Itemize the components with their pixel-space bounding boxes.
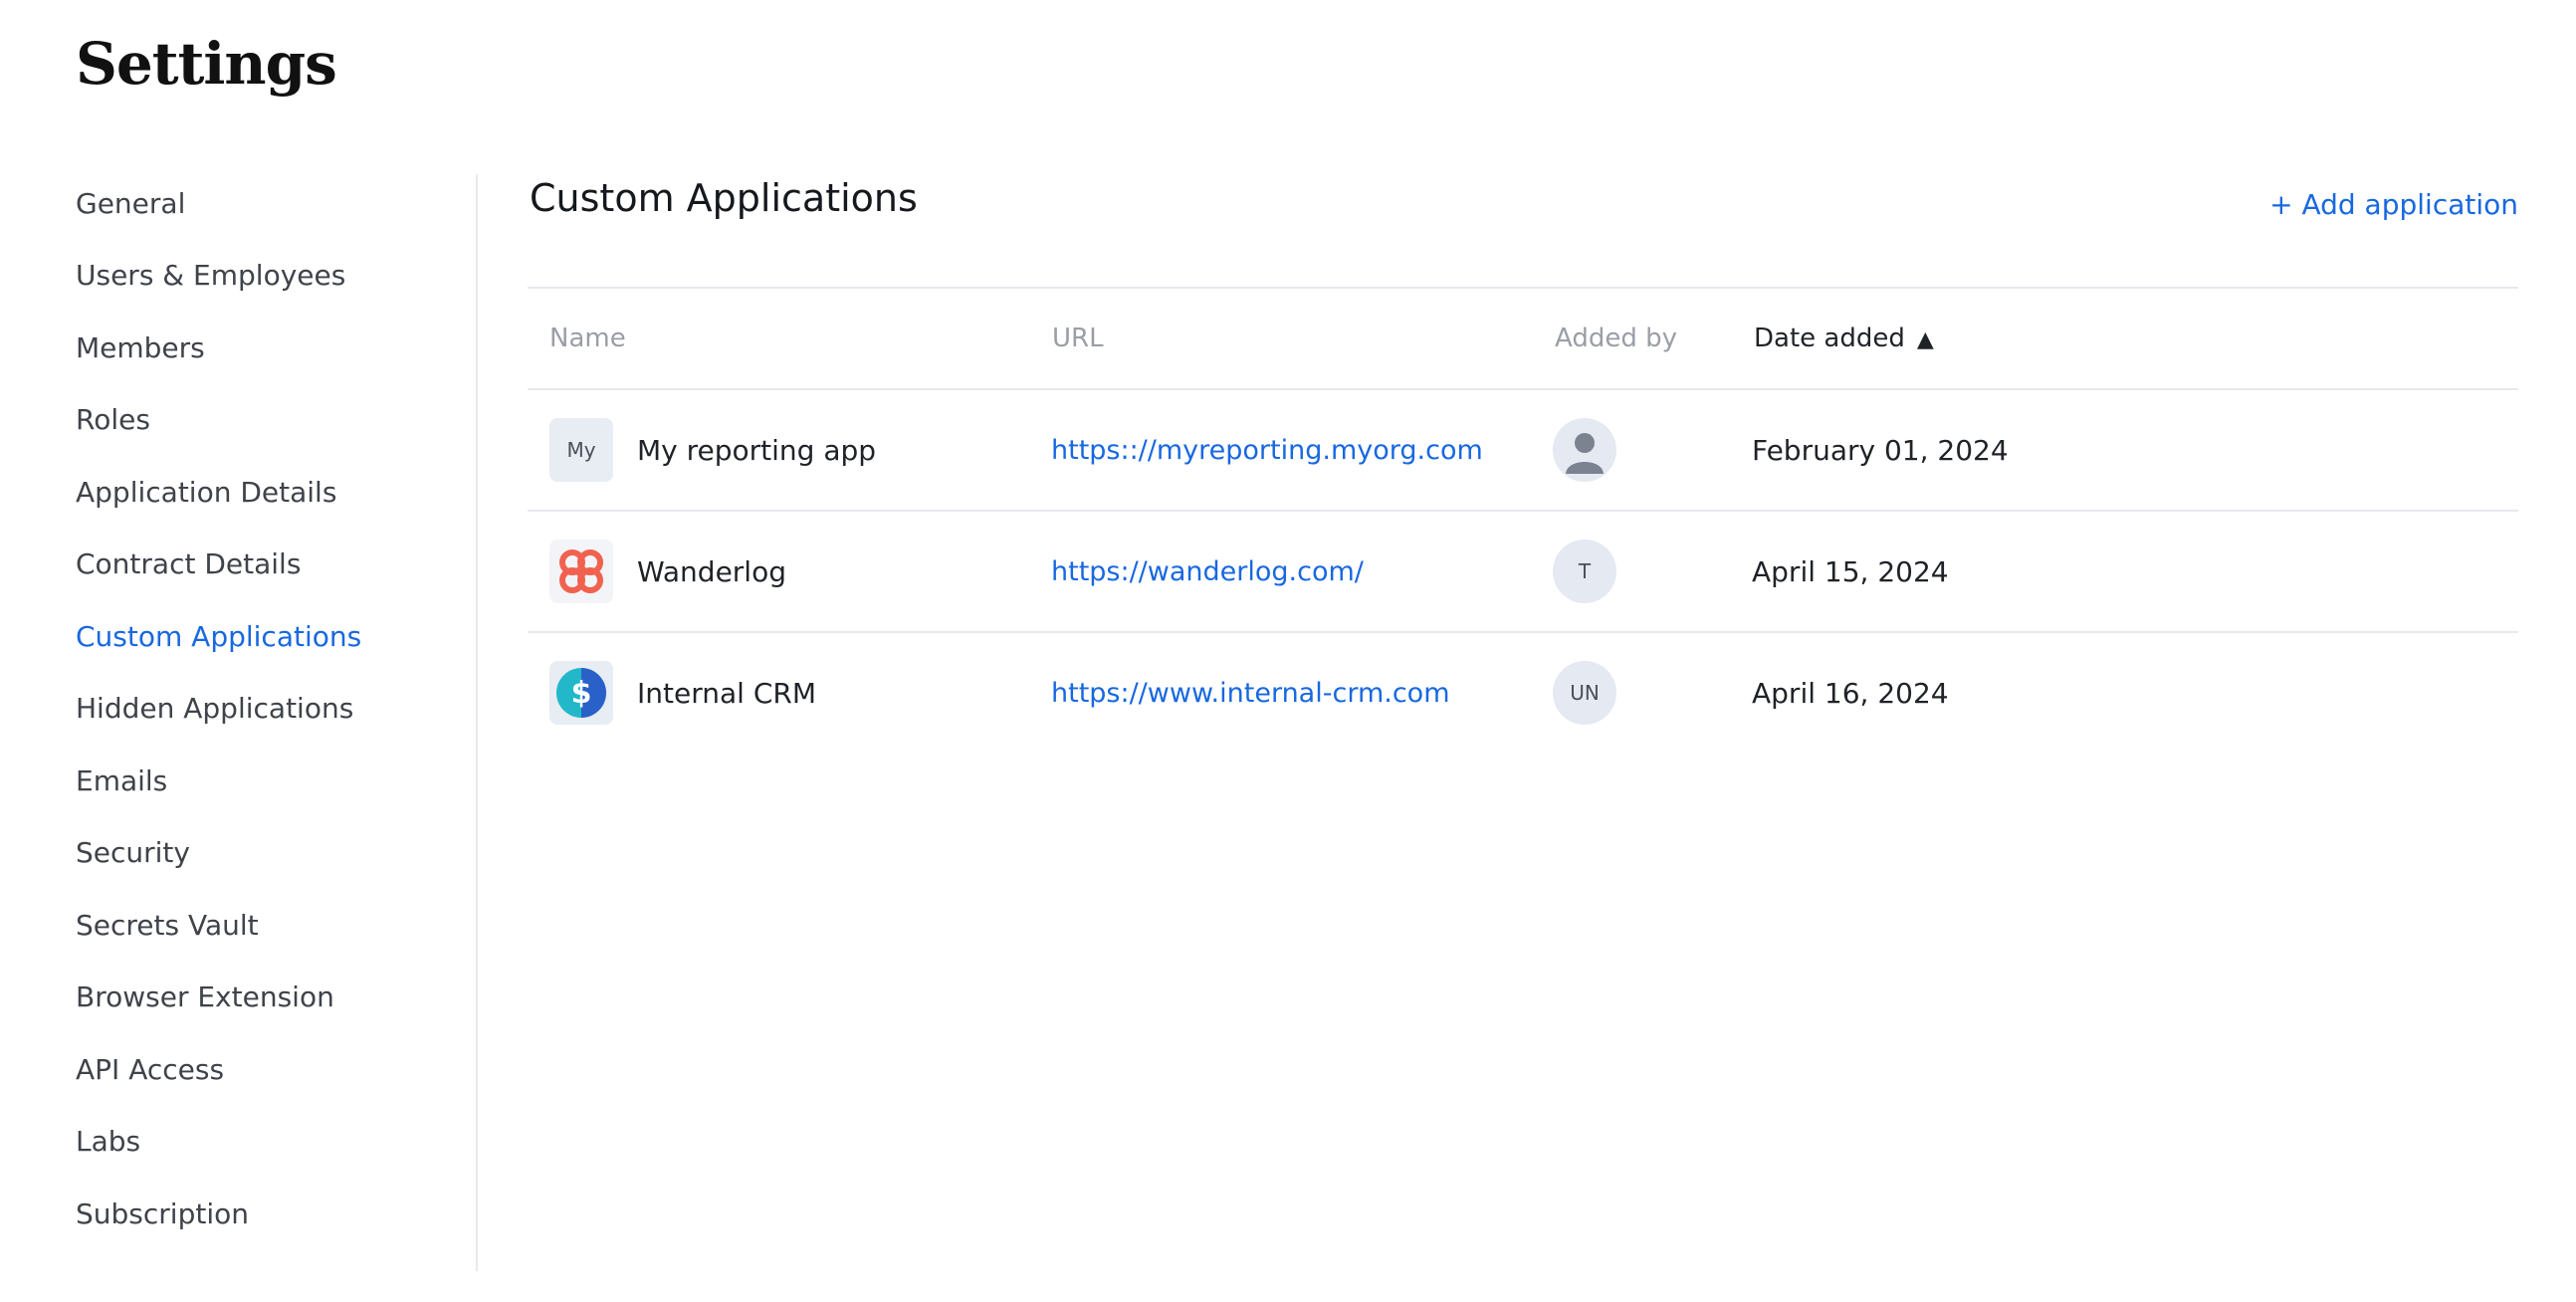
- name-cell: Wanderlog: [549, 512, 786, 631]
- table-row[interactable]: Wanderlog https://wanderlog.com/ T April…: [528, 512, 2518, 633]
- url-cell: https://www.internal-crm.com: [1051, 633, 1450, 753]
- applications-table: Name URL Added by Date added ▲ My My repo…: [528, 287, 2518, 755]
- added-by-cell: UN: [1553, 633, 1616, 753]
- date-cell: April 15, 2024: [1752, 512, 1949, 631]
- sidebar-item-hidden-applications[interactable]: Hidden Applications: [76, 679, 353, 739]
- sidebar-item-security[interactable]: Security: [76, 823, 190, 883]
- app-url-link[interactable]: https:://myreporting.myorg.com: [1051, 435, 1483, 466]
- sidebar-item-contract-details[interactable]: Contract Details: [76, 535, 301, 594]
- sidebar-item-browser-extension[interactable]: Browser Extension: [76, 968, 334, 1027]
- app-name: Wanderlog: [637, 554, 786, 588]
- column-header-added-by[interactable]: Added by: [1555, 289, 1677, 388]
- table-row[interactable]: $ Internal CRM https://www.internal-crm.…: [528, 633, 2518, 755]
- sidebar-item-application-details[interactable]: Application Details: [76, 463, 336, 523]
- sort-ascending-icon: ▲: [1916, 327, 1934, 352]
- sidebar-item-api-access[interactable]: API Access: [76, 1040, 224, 1100]
- sidebar-item-labs[interactable]: Labs: [76, 1112, 140, 1172]
- added-by-cell: [1553, 390, 1616, 510]
- app-name: Internal CRM: [637, 676, 816, 710]
- column-header-name[interactable]: Name: [549, 289, 626, 388]
- custom-applications-panel: Custom Applications + Add application Na…: [528, 174, 2518, 1170]
- dollar-logo-icon: $: [549, 661, 613, 725]
- person-icon: [1553, 418, 1616, 482]
- column-header-url[interactable]: URL: [1052, 289, 1104, 388]
- add-application-button[interactable]: + Add application: [2269, 188, 2518, 221]
- sidebar-item-roles[interactable]: Roles: [76, 390, 150, 450]
- my-initials-icon: My: [549, 418, 613, 482]
- name-cell: My My reporting app: [549, 390, 876, 510]
- app-url-link[interactable]: https://www.internal-crm.com: [1051, 678, 1450, 709]
- user-initials-avatar: UN: [1553, 661, 1616, 725]
- page-title: Settings: [76, 30, 337, 98]
- added-by-cell: T: [1553, 512, 1616, 631]
- url-cell: https:://myreporting.myorg.com: [1051, 390, 1483, 510]
- sidebar-item-custom-applications[interactable]: Custom Applications: [76, 607, 361, 667]
- sidebar-item-emails[interactable]: Emails: [76, 752, 167, 811]
- sidebar-item-users-employees[interactable]: Users & Employees: [76, 246, 345, 306]
- settings-sidebar: General Users & Employees Members Roles …: [0, 174, 478, 1271]
- date-added-label: Date added: [1754, 324, 1905, 353]
- user-initials-avatar: T: [1553, 540, 1616, 603]
- date-added: April 15, 2024: [1752, 554, 1949, 588]
- table-header: Name URL Added by Date added ▲: [528, 289, 2518, 390]
- column-header-date-added[interactable]: Date added ▲: [1754, 289, 1934, 388]
- name-cell: $ Internal CRM: [549, 633, 816, 753]
- svg-text:$: $: [571, 676, 592, 711]
- date-cell: April 16, 2024: [1752, 633, 1949, 753]
- sidebar-item-members[interactable]: Members: [76, 319, 205, 378]
- wanderlog-logo-icon: [549, 540, 613, 603]
- table-row[interactable]: My My reporting app https:://myreporting…: [528, 390, 2518, 512]
- app-name: My reporting app: [637, 433, 877, 467]
- sidebar-item-general[interactable]: General: [76, 174, 185, 234]
- sidebar-item-subscription[interactable]: Subscription: [76, 1185, 249, 1244]
- sidebar-item-secrets-vault[interactable]: Secrets Vault: [76, 896, 259, 956]
- date-added: April 16, 2024: [1752, 676, 1949, 710]
- url-cell: https://wanderlog.com/: [1051, 512, 1364, 631]
- section-title: Custom Applications: [530, 176, 918, 220]
- app-url-link[interactable]: https://wanderlog.com/: [1051, 556, 1364, 587]
- date-added: February 01, 2024: [1752, 433, 2009, 467]
- date-cell: February 01, 2024: [1752, 390, 2009, 510]
